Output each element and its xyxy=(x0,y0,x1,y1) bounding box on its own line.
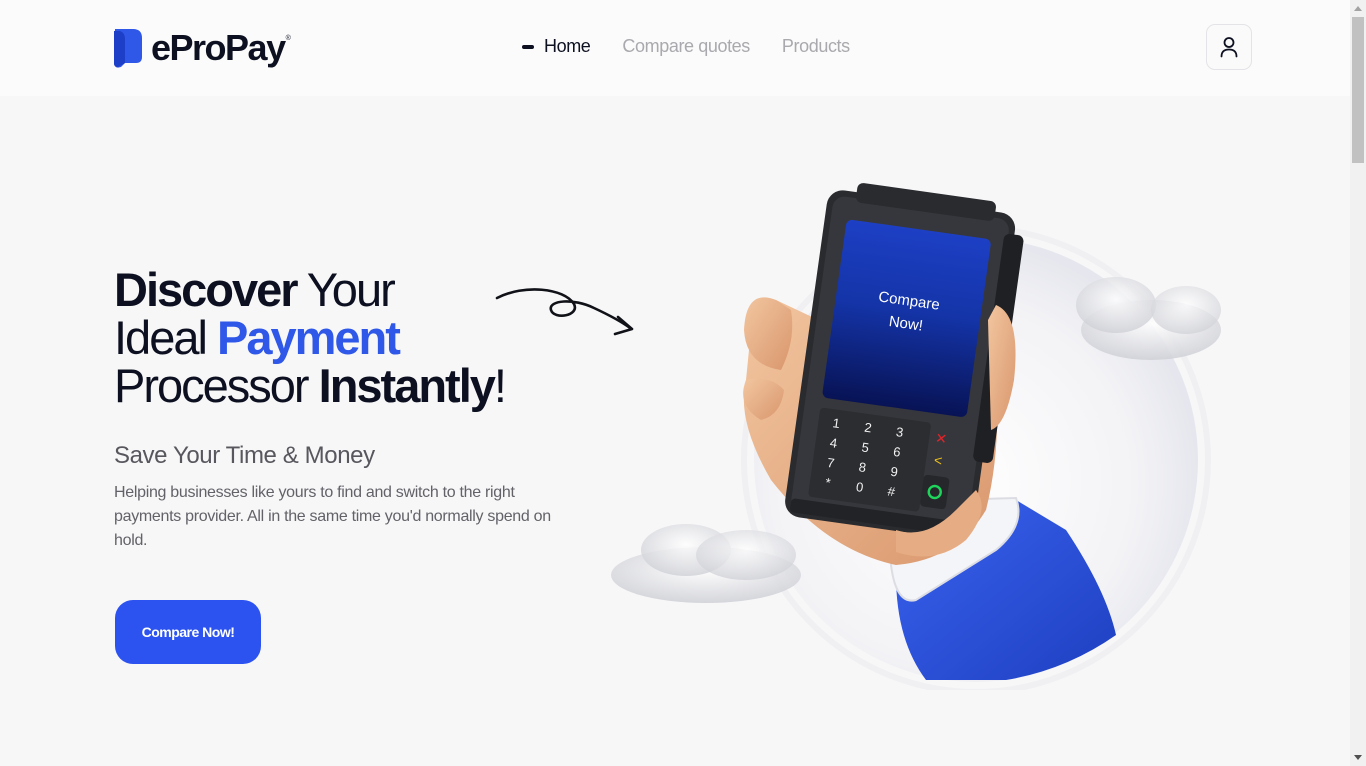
cloud-icon-left xyxy=(611,524,801,603)
active-indicator xyxy=(522,44,534,49)
hero-title-instantly: Instantly xyxy=(318,359,496,412)
hero-title-your: Your xyxy=(296,263,396,316)
payment-terminal-illustration: Compare Now! 1 2 3 4 5 6 7 8 9 * 0 # ✕ < xyxy=(611,183,1221,690)
svg-text:✕: ✕ xyxy=(934,430,948,447)
hero-title: Discover Your Ideal Payment Processor In… xyxy=(114,263,507,412)
cloud-icon-right xyxy=(1076,277,1221,360)
hero-title-discover: Discover xyxy=(114,263,299,316)
nav-item-compare-quotes[interactable]: Compare quotes xyxy=(622,36,750,57)
nav-item-home[interactable]: Home xyxy=(522,36,591,57)
hero-title-processor: Processor xyxy=(114,359,319,412)
main-nav: Home Compare quotes Products xyxy=(522,36,882,57)
page: eProPay ® Home Compare quotes Products D… xyxy=(0,0,1366,766)
hero-description: Helping businesses like yours to find an… xyxy=(114,484,551,549)
hero-title-exclamation: ! xyxy=(493,359,507,412)
hero-title-payment: Payment xyxy=(216,311,401,364)
logo-trademark: ® xyxy=(285,35,291,42)
hero-subtitle: Save Your Time & Money xyxy=(114,442,375,469)
scroll-down-icon[interactable] xyxy=(1350,749,1366,766)
terminal-keypad: 1 2 3 4 5 6 7 8 9 * 0 # xyxy=(808,407,931,512)
scroll-thumb[interactable] xyxy=(1352,17,1364,163)
nav-item-home-label: Home xyxy=(544,36,591,56)
compare-now-button[interactable]: Compare Now! xyxy=(115,600,261,664)
nav-item-products[interactable]: Products xyxy=(782,36,850,57)
scroll-up-icon[interactable] xyxy=(1350,0,1366,17)
logo-mark-icon xyxy=(114,29,142,68)
logo-text: eProPay xyxy=(151,27,286,68)
user-icon xyxy=(1220,37,1238,58)
user-account-button[interactable] xyxy=(1206,24,1252,70)
logo[interactable]: eProPay ® xyxy=(111,27,291,69)
site-header: eProPay ® Home Compare quotes Products xyxy=(0,0,1350,96)
hero-title-ideal: Ideal xyxy=(114,311,217,364)
